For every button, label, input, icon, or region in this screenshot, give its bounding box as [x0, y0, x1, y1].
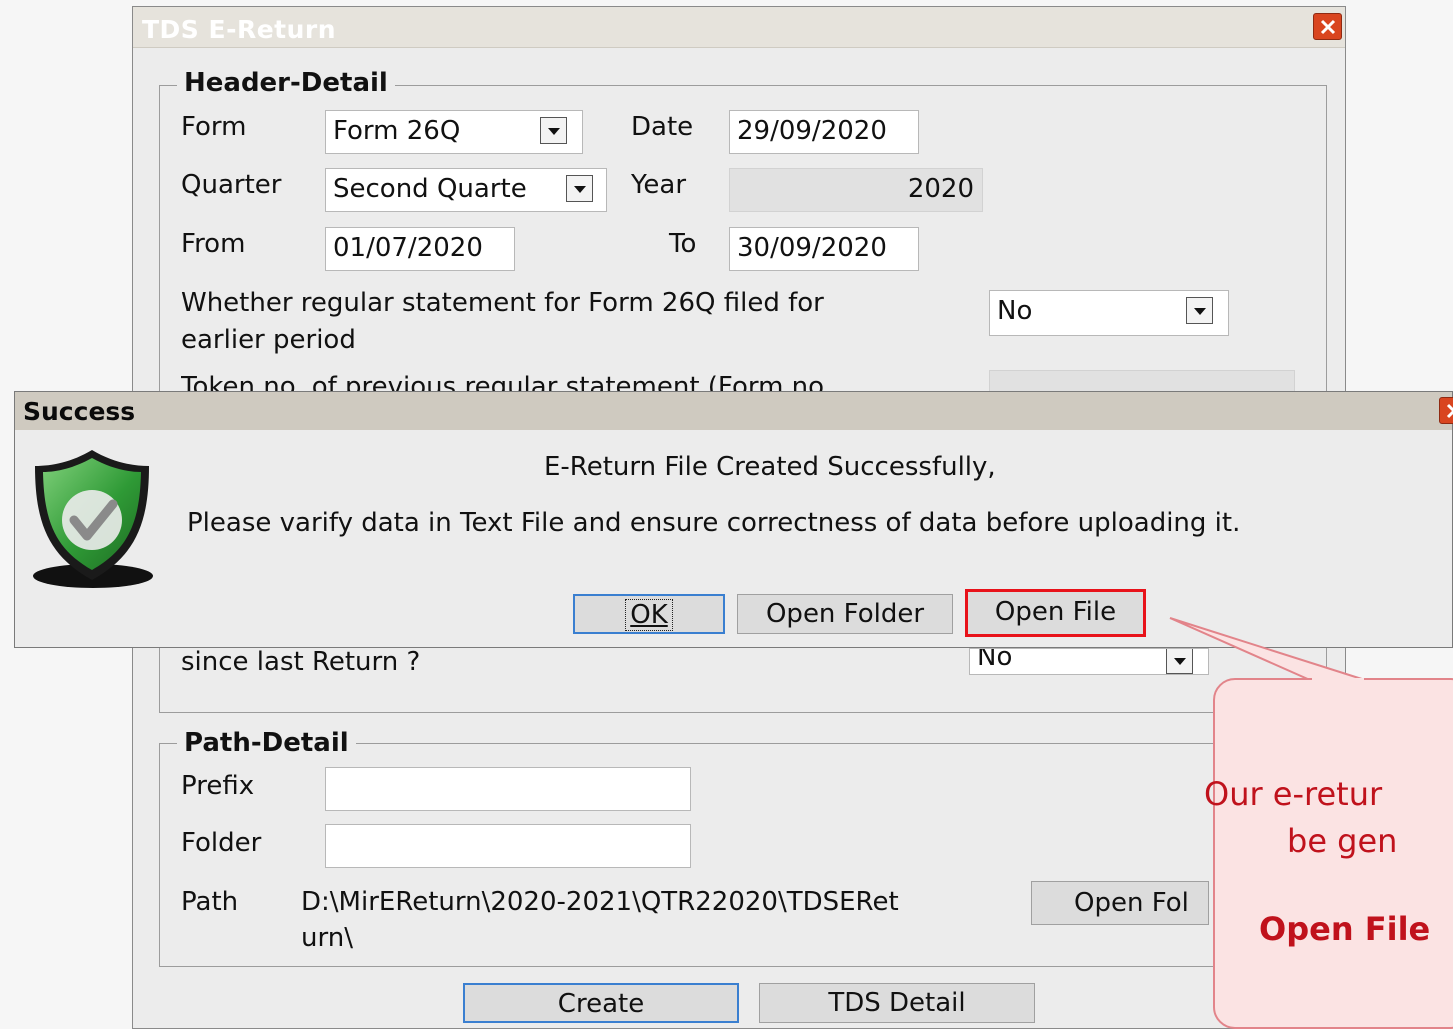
- chevron-down-icon[interactable]: [566, 175, 593, 202]
- change-since-last-return-value: No: [977, 648, 1013, 672]
- callout-text-line2: be gen: [1287, 822, 1398, 860]
- close-icon: [1446, 403, 1453, 419]
- form-select-value: Form 26Q: [333, 116, 461, 146]
- tds-window-close-button[interactable]: [1313, 13, 1342, 40]
- prefix-field[interactable]: [325, 767, 691, 811]
- quarter-label: Quarter: [181, 170, 282, 200]
- success-dialog-titlebar[interactable]: Success: [15, 392, 1453, 430]
- success-message-line2: Please varify data in Text File and ensu…: [187, 508, 1241, 538]
- tds-window-title: TDS E-Return: [142, 15, 337, 44]
- chevron-down-icon[interactable]: [540, 117, 567, 144]
- success-message-line1: E-Return File Created Successfully,: [544, 452, 996, 482]
- path-open-folder-button[interactable]: Open Fol: [1031, 881, 1209, 925]
- regular-statement-select[interactable]: No: [989, 290, 1229, 336]
- callout-pointer-joint: [1312, 678, 1364, 681]
- path-value-line2: urn\: [301, 923, 353, 953]
- callout-text-line3: Open File: [1259, 910, 1431, 948]
- path-label: Path: [181, 887, 239, 917]
- success-dialog-close-button[interactable]: [1439, 397, 1453, 424]
- folder-label: Folder: [181, 828, 262, 858]
- form-select[interactable]: Form 26Q: [325, 110, 583, 154]
- change-since-last-return-label: since last Return ?: [181, 647, 421, 677]
- tds-window-titlebar[interactable]: TDS E-Return: [133, 7, 1345, 48]
- path-detail-title: Path-Detail: [177, 728, 356, 758]
- success-dialog-title: Success: [23, 397, 136, 426]
- form-label: Form: [181, 112, 247, 142]
- to-date-field[interactable]: 30/09/2020: [729, 227, 919, 271]
- regular-statement-label-line1: Whether regular statement for Form 26Q f…: [181, 288, 824, 318]
- year-field: 2020: [729, 168, 983, 212]
- quarter-select-value: Second Quarte: [333, 174, 527, 204]
- folder-field[interactable]: [325, 824, 691, 868]
- close-icon: [1320, 19, 1336, 35]
- callout-text-line1: Our e-retur: [1204, 775, 1383, 813]
- regular-statement-value: No: [997, 296, 1033, 326]
- date-field[interactable]: 29/09/2020: [729, 110, 919, 154]
- chevron-down-icon[interactable]: [1186, 297, 1213, 324]
- regular-statement-label-line2: earlier period: [181, 325, 356, 355]
- prefix-label: Prefix: [181, 771, 255, 801]
- open-file-button[interactable]: Open File: [965, 589, 1146, 637]
- success-shield-icon: [33, 450, 153, 588]
- header-detail-title: Header-Detail: [177, 68, 395, 98]
- open-folder-button[interactable]: Open Folder: [737, 594, 953, 634]
- ok-button[interactable]: OK: [573, 594, 725, 634]
- year-label: Year: [631, 170, 687, 200]
- create-button[interactable]: Create: [463, 983, 739, 1023]
- token-number-label: Token no. of previous regular statement …: [181, 372, 832, 392]
- date-label: Date: [631, 112, 694, 142]
- from-label: From: [181, 229, 246, 259]
- from-date-field[interactable]: 01/07/2020: [325, 227, 515, 271]
- tds-detail-button[interactable]: TDS Detail: [759, 983, 1035, 1023]
- to-label: To: [669, 229, 697, 259]
- path-value-line1: D:\MirEReturn\2020-2021\QTR22020\TDSERet: [301, 887, 899, 917]
- ok-button-label: OK: [625, 599, 673, 631]
- quarter-select[interactable]: Second Quarte: [325, 168, 607, 212]
- callout-box: Our e-retur be gen Open File: [1204, 678, 1453, 1029]
